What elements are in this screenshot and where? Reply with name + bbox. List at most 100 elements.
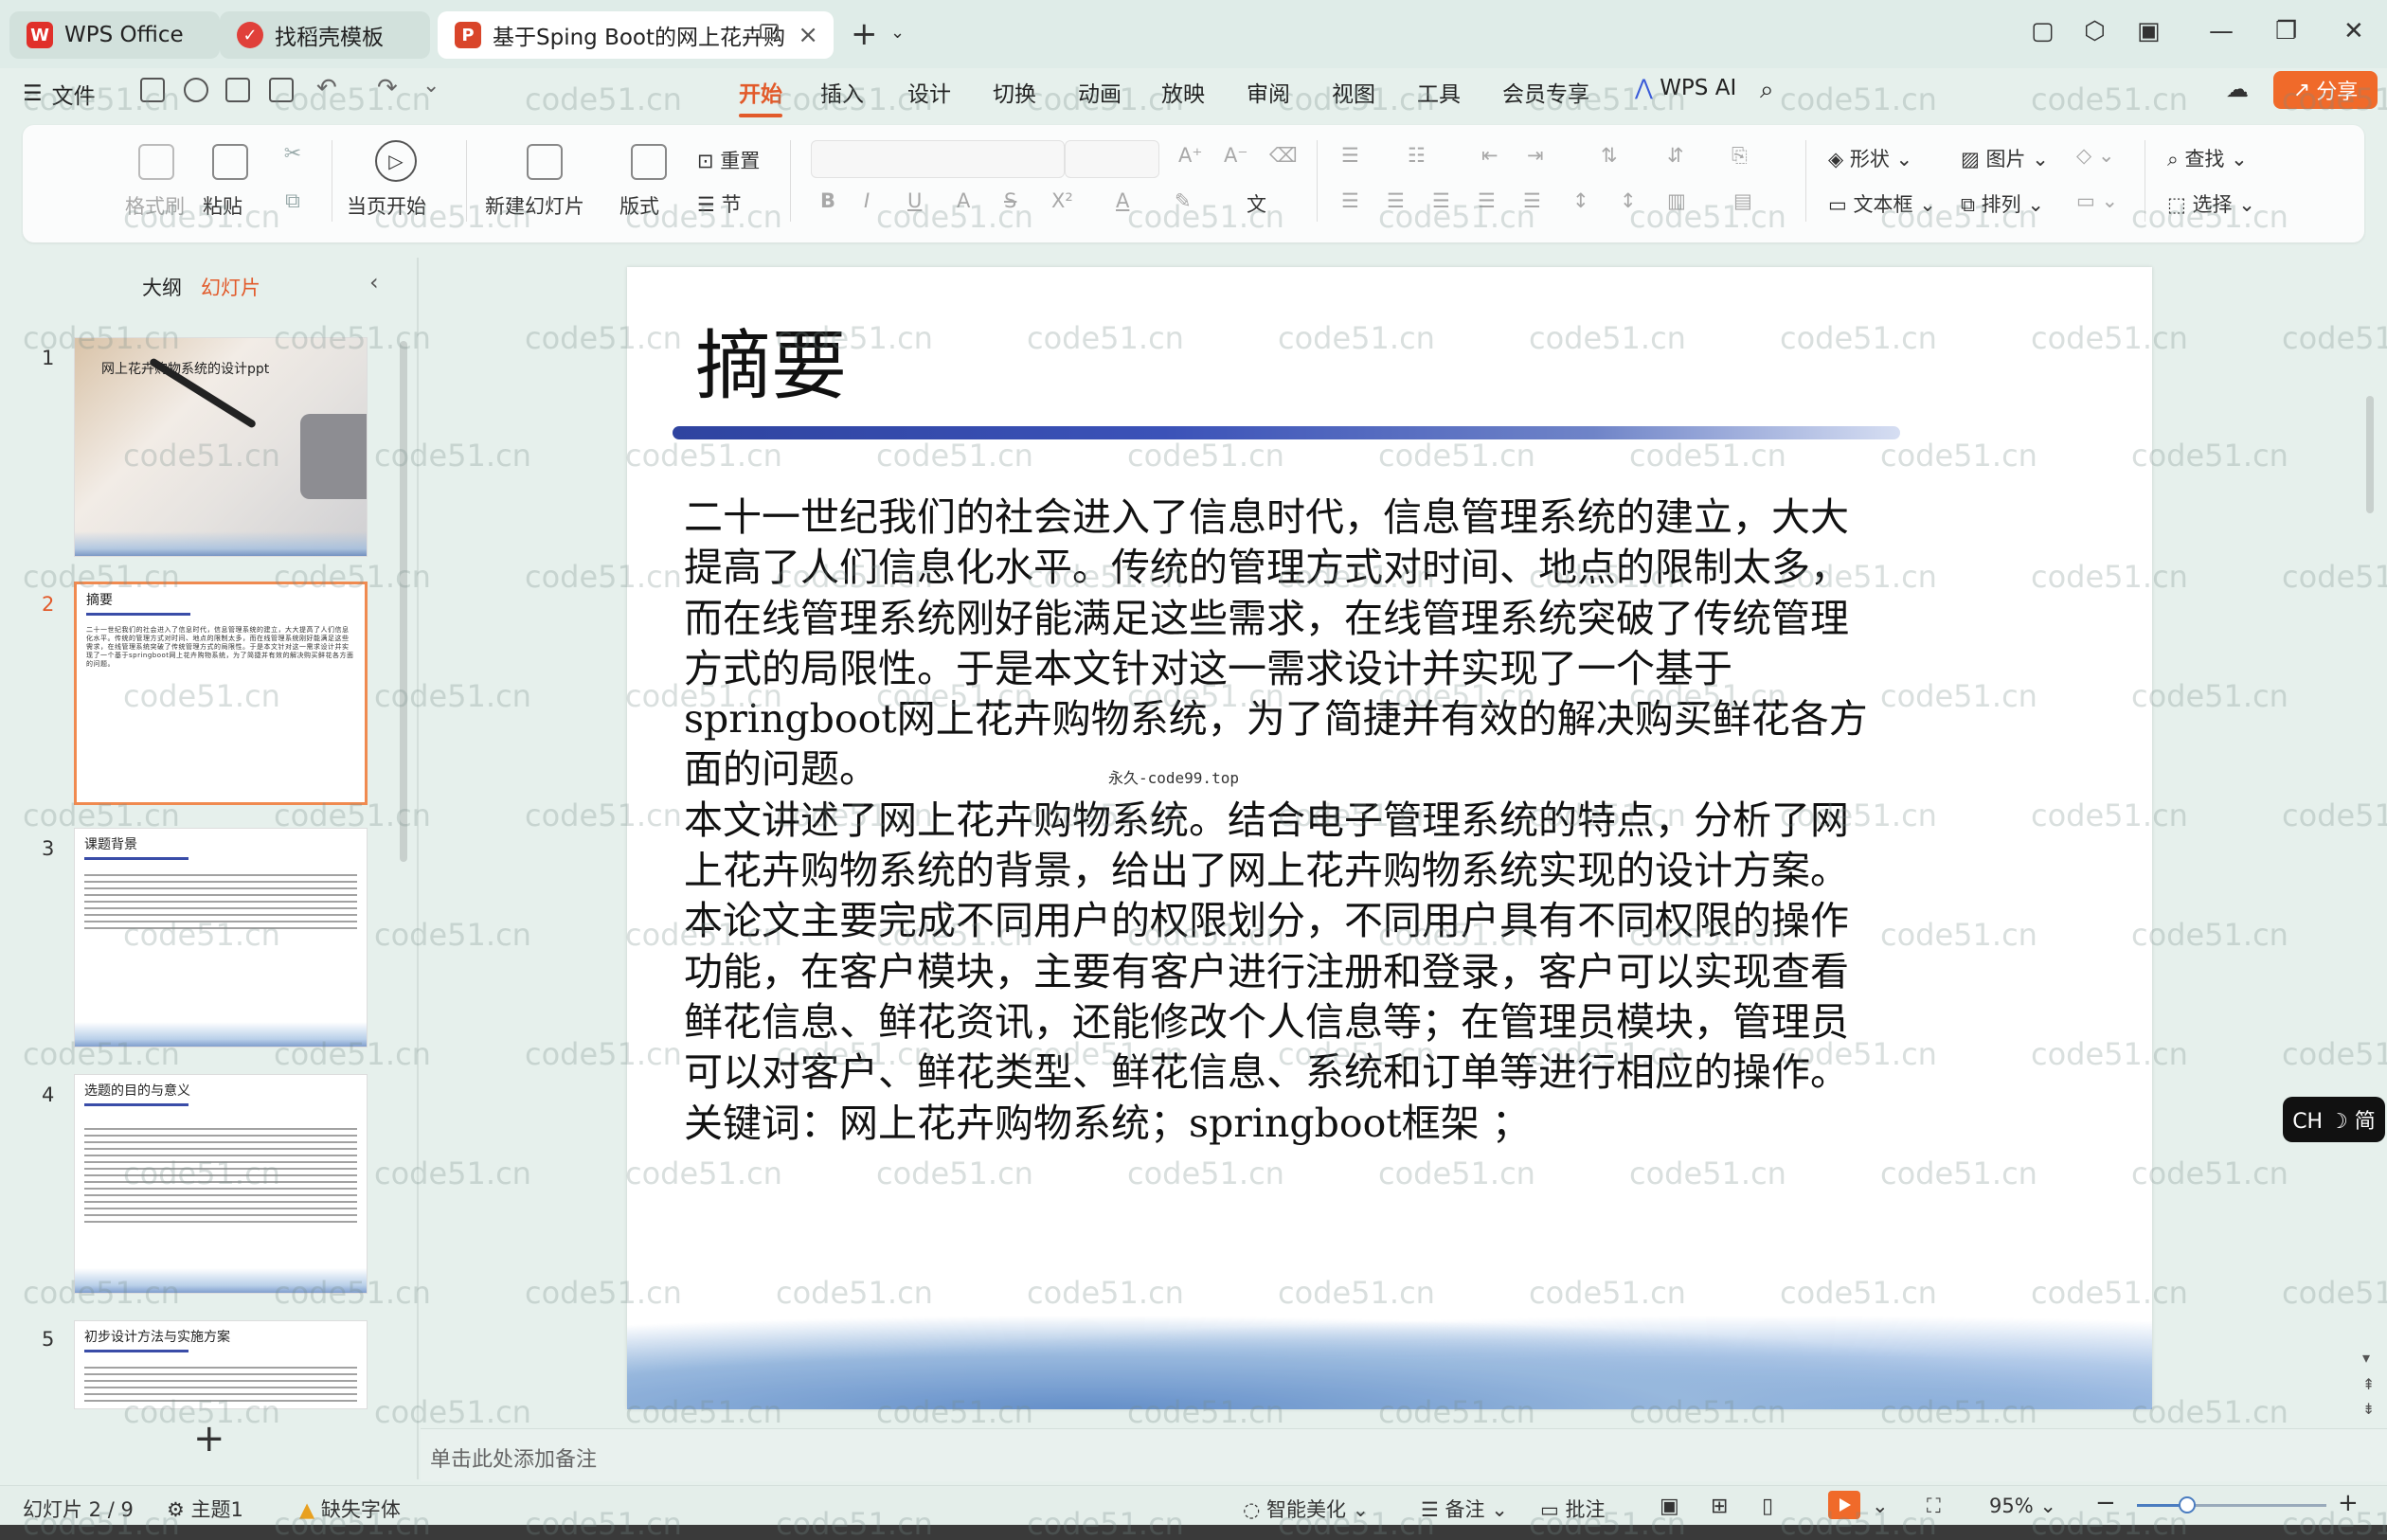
phonetic-icon[interactable]: 文	[1247, 189, 1266, 218]
new-tab-icon[interactable]: +	[851, 15, 878, 53]
section-button[interactable]: ☰ 节	[697, 189, 742, 218]
quick-access-more-icon[interactable]: ⌄	[422, 74, 440, 98]
close-tab-icon[interactable]: ×	[798, 21, 818, 49]
paste-label[interactable]: 粘贴	[203, 191, 242, 220]
file-menu[interactable]: ☰ 文件	[23, 78, 96, 110]
menu-tab-design[interactable]: 设计	[907, 76, 951, 108]
menu-tab-transition[interactable]: 切换	[993, 76, 1036, 108]
align-center-icon[interactable]: ☰	[1387, 189, 1405, 212]
smart-beautify-button[interactable]: ◌ 智能美化 ⌄	[1243, 1495, 1369, 1523]
decrease-indent-icon[interactable]: ⇤	[1481, 144, 1499, 167]
notes-area[interactable]: 单击此处添加备注	[421, 1428, 2387, 1481]
sort-icon[interactable]: ⇵	[1667, 144, 1684, 167]
theme-button[interactable]: ⚙ 主题1	[167, 1495, 243, 1523]
redo-icon[interactable]: ↷	[377, 74, 398, 102]
slides-tab[interactable]: 幻灯片	[201, 273, 260, 301]
paragraph-spacing-icon[interactable]: ↕	[1620, 189, 1637, 212]
distribute-icon[interactable]: ☰	[1523, 189, 1541, 212]
tab-docer[interactable]: ✓ 找稻壳模板	[220, 11, 430, 59]
find-button[interactable]: ⌕ 查找 ⌄	[2167, 144, 2248, 172]
superscript-icon[interactable]: X²	[1051, 189, 1073, 212]
font-size-select[interactable]	[1065, 140, 1159, 178]
select-button[interactable]: ⬚ 选择 ⌄	[2167, 189, 2255, 218]
slide-thumbnail-2[interactable]: 摘要 二十一世纪我们的社会进入了信息时代，信息管理系统的建立，大大提高了人们信息…	[74, 582, 368, 805]
play-icon[interactable]: ▷	[375, 140, 417, 182]
slide-canvas[interactable]: 摘要 二十一世纪我们的社会进入了信息时代，信息管理系统的建立，大大提高了人们信息…	[627, 267, 2152, 1409]
paste-icon[interactable]	[212, 144, 248, 180]
format-painter-icon[interactable]	[138, 144, 174, 180]
convert-icon[interactable]: ⎘	[1732, 144, 1748, 168]
cut-icon[interactable]: ✂	[280, 142, 305, 166]
highlight-icon[interactable]: ✎	[1175, 189, 1192, 212]
layout-icon[interactable]	[631, 144, 667, 180]
outline-icon[interactable]: ▭ ⌄	[2076, 189, 2118, 212]
align-right-icon[interactable]: ☰	[1432, 189, 1450, 212]
panel-scrollbar[interactable]	[400, 341, 407, 862]
close-window-icon[interactable]: ✕	[2343, 17, 2364, 45]
zoom-in-icon[interactable]: +	[2338, 1489, 2359, 1517]
notes-toggle-button[interactable]: ☰ 备注 ⌄	[1421, 1495, 1508, 1523]
new-slide-label[interactable]: 新建幻灯片	[485, 191, 584, 220]
reading-view-icon[interactable]: ▯	[1762, 1495, 1773, 1518]
scroll-down-icon[interactable]: ▾	[2362, 1349, 2370, 1367]
italic-icon[interactable]: I	[864, 189, 870, 212]
slide-thumbnail-4[interactable]: 选题的目的与意义	[74, 1074, 368, 1294]
play-from-current-label[interactable]: 当页开始	[347, 191, 426, 220]
menu-tab-review[interactable]: 审阅	[1247, 76, 1290, 108]
text-align-box-icon[interactable]: ▤	[1733, 189, 1752, 212]
collapse-panel-icon[interactable]: ‹	[369, 269, 379, 295]
slide-thumbnail-3[interactable]: 课题背景	[74, 828, 368, 1048]
format-painter-label[interactable]: 格式刷	[125, 191, 185, 220]
increase-indent-icon[interactable]: ⇥	[1527, 144, 1544, 167]
slideshow-options-icon[interactable]: ⌄	[1872, 1495, 1889, 1517]
tab-current-document[interactable]: P 基于Sping Boot的网上花卉购 ×	[438, 11, 834, 59]
undo-icon[interactable]: ↶	[316, 74, 337, 102]
minimize-icon[interactable]: —	[2209, 17, 2234, 45]
strikethrough-icon[interactable]: S	[1004, 189, 1016, 212]
bold-icon[interactable]: B	[820, 189, 835, 212]
slide-thumbnail-1[interactable]: 网上花卉购物系统的设计ppt	[74, 337, 368, 557]
arrange-button[interactable]: ⧉ 排列 ⌄	[1961, 189, 2044, 218]
slide-body-textbox[interactable]: 二十一世纪我们的社会进入了信息时代，信息管理系统的建立，大大提高了人们信息化水平…	[684, 492, 1868, 1149]
underline-icon[interactable]: U	[907, 189, 922, 212]
menu-tab-tools[interactable]: 工具	[1417, 76, 1461, 108]
picture-button[interactable]: ▨ 图片 ⌄	[1961, 144, 2049, 172]
bullet-list-icon[interactable]: ☰	[1341, 144, 1359, 167]
panel-divider[interactable]	[417, 258, 419, 1479]
search-icon[interactable]: ⌕	[1760, 76, 1774, 105]
comments-button[interactable]: ▭ 批注	[1540, 1495, 1606, 1523]
window-layout-icon[interactable]: ▢	[2031, 17, 2055, 45]
outline-tab[interactable]: 大纲	[142, 273, 182, 301]
cloud-icon[interactable]: ☁	[2226, 76, 2249, 102]
layout-label[interactable]: 版式	[619, 191, 659, 220]
menu-tab-insert[interactable]: 插入	[820, 76, 864, 108]
columns-icon[interactable]: ▥	[1667, 189, 1686, 212]
ime-indicator[interactable]: CH ☽ 简	[2283, 1097, 2385, 1142]
print-preview-icon[interactable]	[269, 78, 294, 102]
slide-thumbnail-5[interactable]: 初步设计方法与实施方案	[74, 1320, 368, 1409]
slide-title[interactable]: 摘要	[695, 305, 847, 415]
text-shadow-icon[interactable]: A	[957, 189, 970, 212]
tab-wps-office[interactable]: W WPS Office	[9, 11, 220, 59]
save-icon[interactable]	[140, 78, 165, 102]
normal-view-icon[interactable]: ▣	[1660, 1495, 1679, 1518]
menu-tab-animation[interactable]: 动画	[1078, 76, 1122, 108]
text-direction-icon[interactable]: ⇅	[1601, 144, 1618, 167]
menu-tab-member[interactable]: 会员专享	[1502, 76, 1589, 108]
menu-wps-ai[interactable]: ⋀ WPS AI	[1635, 76, 1736, 100]
font-name-select[interactable]	[811, 140, 1065, 178]
missing-font-button[interactable]: ▲ 缺失字体	[299, 1495, 401, 1523]
monitor-icon[interactable]	[760, 24, 779, 39]
copy-icon[interactable]: ⧉	[280, 189, 305, 213]
numbered-list-icon[interactable]: ☷	[1408, 144, 1426, 167]
print-icon[interactable]	[225, 78, 250, 102]
shrink-font-icon[interactable]: A⁻	[1224, 144, 1247, 167]
menu-tab-home[interactable]: 开始	[739, 76, 782, 117]
align-left-icon[interactable]: ☰	[1341, 189, 1359, 212]
slide-counter[interactable]: 幻灯片 2 / 9	[23, 1495, 134, 1523]
maximize-icon[interactable]: ❐	[2275, 17, 2297, 45]
avatar-icon[interactable]: ▣	[2137, 17, 2161, 45]
share-button[interactable]: ↗ 分享	[2273, 71, 2378, 109]
menu-tab-slideshow[interactable]: 放映	[1161, 76, 1205, 108]
zoom-out-icon[interactable]: −	[2095, 1489, 2116, 1517]
